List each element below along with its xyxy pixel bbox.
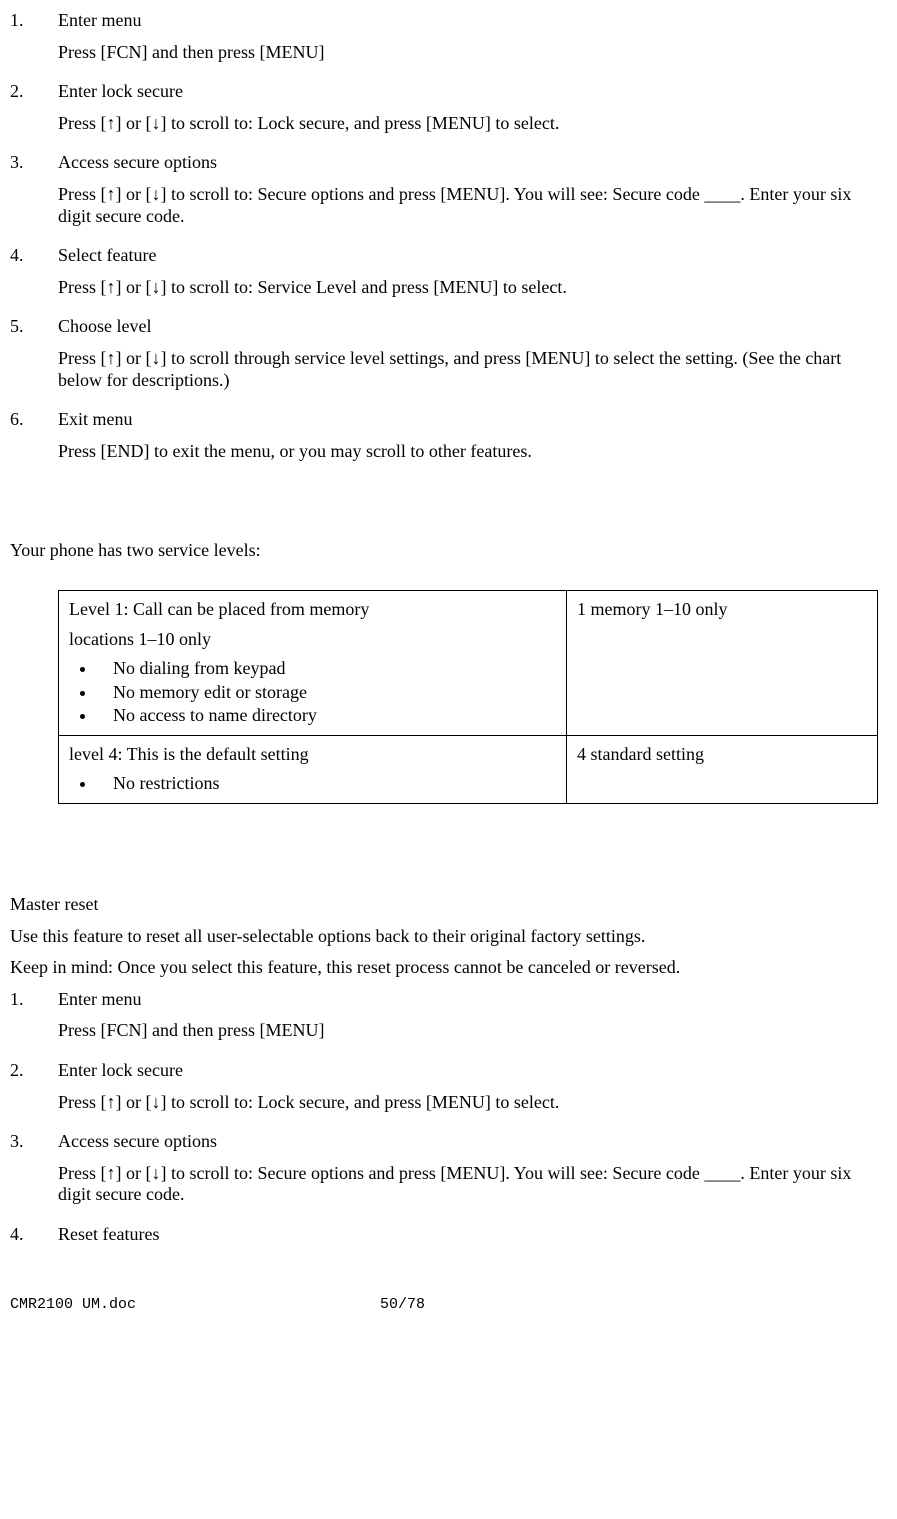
step-body: Enter menu Press [FCN] and then press [M…: [58, 989, 883, 1050]
step-title: Exit menu: [58, 409, 883, 431]
levels-intro: Your phone has two service levels:: [10, 540, 883, 562]
step-number: 1.: [10, 989, 58, 1050]
bullet-list: No restrictions: [97, 773, 556, 795]
cell-text: Level 1: Call can be placed from memory: [69, 599, 556, 621]
footer-filename: CMR2100 UM.doc: [10, 1296, 380, 1314]
step-title: Select feature: [58, 245, 883, 267]
table-cell-right: 4 standard setting: [567, 735, 878, 803]
list-item: No dialing from keypad: [97, 658, 556, 680]
step-title: Enter lock secure: [58, 1060, 883, 1082]
step-desc: Press [↑] or [↓] to scroll to: Service L…: [58, 277, 883, 299]
step-b4: 4. Reset features: [10, 1224, 883, 1256]
table-row: Level 1: Call can be placed from memory …: [59, 590, 878, 735]
step-body: Reset features: [58, 1224, 883, 1256]
step-2: 2. Enter lock secure Press [↑] or [↓] to…: [10, 81, 883, 142]
step-1: 1. Enter menu Press [FCN] and then press…: [10, 10, 883, 71]
step-number: 3.: [10, 1131, 58, 1214]
step-desc: Press [↑] or [↓] to scroll to: Lock secu…: [58, 1092, 883, 1114]
step-body: Enter menu Press [FCN] and then press [M…: [58, 10, 883, 71]
step-number: 3.: [10, 152, 58, 235]
step-body: Exit menu Press [END] to exit the menu, …: [58, 409, 883, 470]
step-b3: 3. Access secure options Press [↑] or [↓…: [10, 1131, 883, 1214]
step-desc: Press [↑] or [↓] to scroll through servi…: [58, 348, 883, 391]
step-number: 1.: [10, 10, 58, 71]
table-cell-right: 1 memory 1–10 only: [567, 590, 878, 735]
step-desc: Press [↑] or [↓] to scroll to: Secure op…: [58, 1163, 883, 1206]
step-number: 5.: [10, 316, 58, 399]
step-body: Access secure options Press [↑] or [↓] t…: [58, 152, 883, 235]
step-body: Choose level Press [↑] or [↓] to scroll …: [58, 316, 883, 399]
table-cell-left: level 4: This is the default setting No …: [59, 735, 567, 803]
step-title: Access secure options: [58, 152, 883, 174]
step-5: 5. Choose level Press [↑] or [↓] to scro…: [10, 316, 883, 399]
step-3: 3. Access secure options Press [↑] or [↓…: [10, 152, 883, 235]
step-body: Select feature Press [↑] or [↓] to scrol…: [58, 245, 883, 306]
list-item: No access to name directory: [97, 705, 556, 727]
step-body: Enter lock secure Press [↑] or [↓] to sc…: [58, 81, 883, 142]
step-number: 4.: [10, 1224, 58, 1256]
step-desc: Press [FCN] and then press [MENU]: [58, 42, 883, 64]
step-desc: Press [END] to exit the menu, or you may…: [58, 441, 883, 463]
step-title: Enter lock secure: [58, 81, 883, 103]
table-cell-left: Level 1: Call can be placed from memory …: [59, 590, 567, 735]
step-6: 6. Exit menu Press [END] to exit the men…: [10, 409, 883, 470]
step-b1: 1. Enter menu Press [FCN] and then press…: [10, 989, 883, 1050]
step-b2: 2. Enter lock secure Press [↑] or [↓] to…: [10, 1060, 883, 1121]
step-desc: Press [FCN] and then press [MENU]: [58, 1020, 883, 1042]
step-number: 6.: [10, 409, 58, 470]
step-4: 4. Select feature Press [↑] or [↓] to sc…: [10, 245, 883, 306]
step-number: 2.: [10, 81, 58, 142]
footer-page-number: 50/78: [380, 1296, 425, 1314]
cell-text: locations 1–10 only: [69, 629, 556, 651]
step-body: Access secure options Press [↑] or [↓] t…: [58, 1131, 883, 1214]
step-title: Reset features: [58, 1224, 883, 1246]
step-desc: Press [↑] or [↓] to scroll to: Secure op…: [58, 184, 883, 227]
table-row: level 4: This is the default setting No …: [59, 735, 878, 803]
list-item: No memory edit or storage: [97, 682, 556, 704]
service-levels-table: Level 1: Call can be placed from memory …: [58, 590, 878, 804]
master-reset-heading: Master reset: [10, 894, 883, 916]
step-title: Enter menu: [58, 989, 883, 1011]
page-footer: CMR2100 UM.doc 50/78: [10, 1296, 883, 1314]
step-number: 2.: [10, 1060, 58, 1121]
list-item: No restrictions: [97, 773, 556, 795]
cell-text: level 4: This is the default setting: [69, 744, 556, 766]
step-title: Access secure options: [58, 1131, 883, 1153]
step-number: 4.: [10, 245, 58, 306]
master-reset-p1: Use this feature to reset all user-selec…: [10, 926, 883, 948]
step-desc: Press [↑] or [↓] to scroll to: Lock secu…: [58, 113, 883, 135]
step-body: Enter lock secure Press [↑] or [↓] to sc…: [58, 1060, 883, 1121]
step-title: Enter menu: [58, 10, 883, 32]
step-title: Choose level: [58, 316, 883, 338]
master-reset-p2: Keep in mind: Once you select this featu…: [10, 957, 883, 979]
bullet-list: No dialing from keypad No memory edit or…: [97, 658, 556, 727]
